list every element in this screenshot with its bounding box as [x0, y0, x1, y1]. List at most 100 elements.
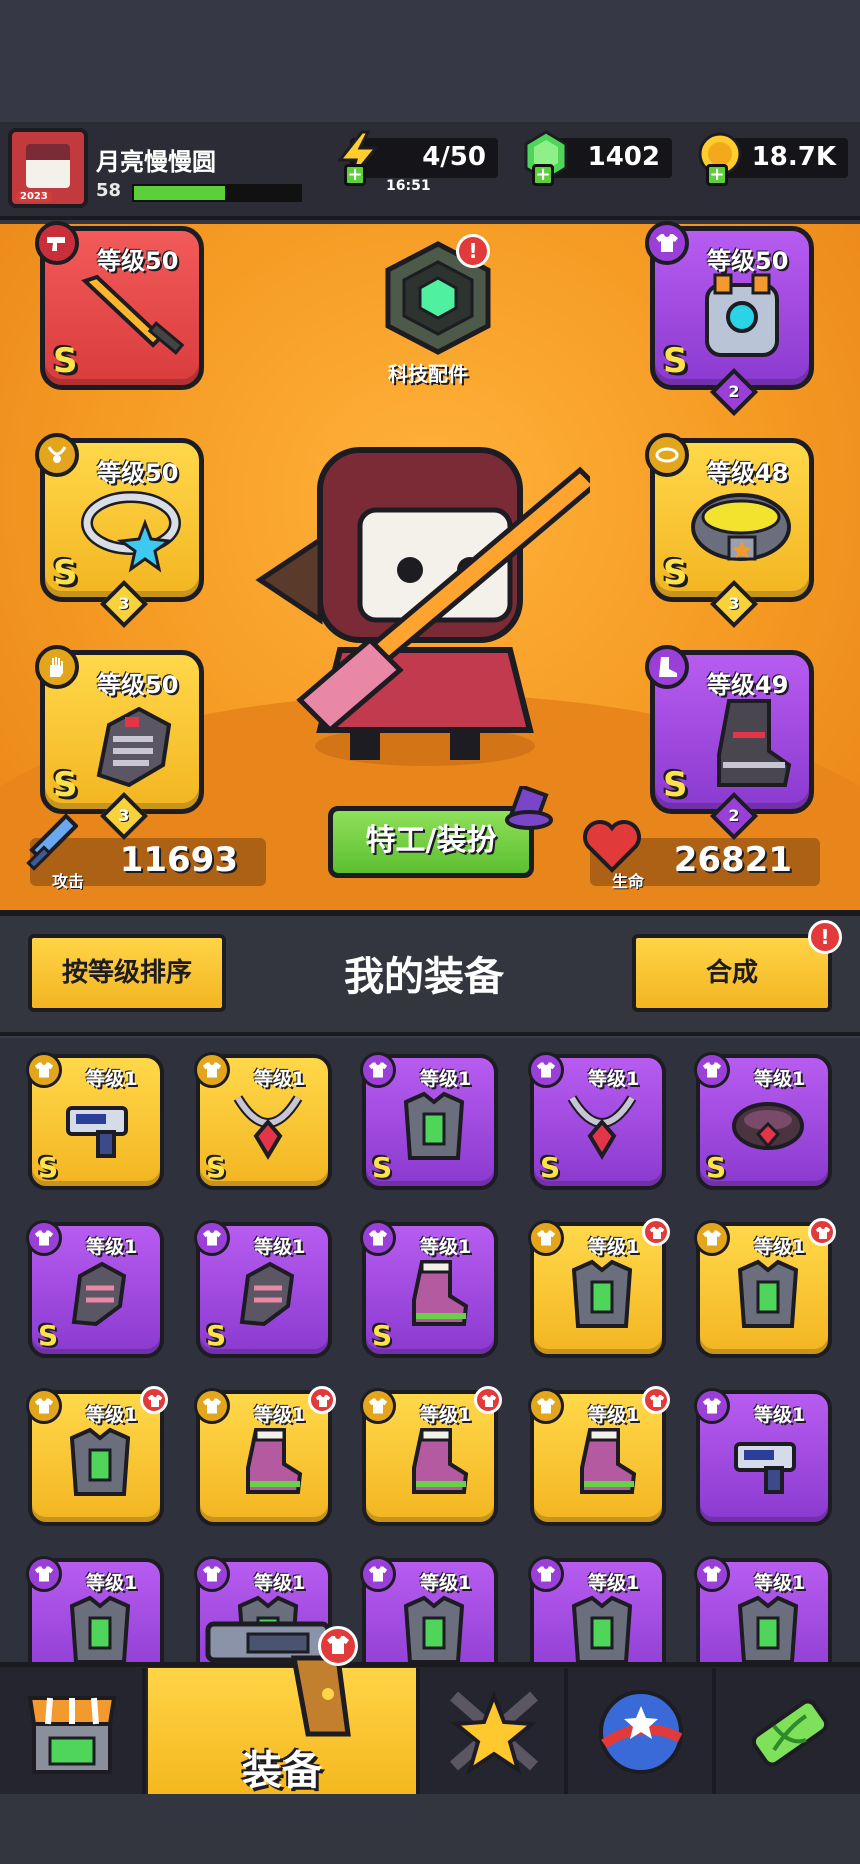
- pistol-icon: [35, 221, 79, 265]
- item-level: 等级1: [420, 1572, 472, 1594]
- item-type-icon: [26, 1052, 62, 1088]
- inventory-item[interactable]: 等级1 S: [360, 1052, 498, 1190]
- item-type-icon: [694, 1388, 730, 1424]
- item-type-icon: [360, 1052, 396, 1088]
- item-rank: S: [38, 1151, 59, 1184]
- coin-value: 18.7K: [751, 142, 836, 172]
- heart-icon: [583, 820, 641, 873]
- new-item-badge: [642, 1218, 670, 1246]
- xp-bar: [132, 184, 302, 202]
- gem-counter[interactable]: + 1402: [524, 130, 672, 186]
- item-level: 等级1: [254, 1236, 306, 1258]
- necklace-icon: [564, 1088, 640, 1168]
- inventory-item[interactable]: 等级1 S: [694, 1052, 832, 1190]
- equip-slot-weapon[interactable]: 等级50 S: [35, 221, 204, 390]
- energy-counter[interactable]: + 4/50: [336, 130, 498, 186]
- inventory-item[interactable]: 等级1: [528, 1556, 666, 1662]
- status-area: [0, 0, 860, 122]
- inventory-item[interactable]: 等级1: [360, 1386, 502, 1526]
- boots-icon: [230, 1424, 306, 1504]
- inventory-item[interactable]: 等级1: [694, 1218, 836, 1358]
- item-level: 等级1: [420, 1236, 472, 1258]
- equip-slot-gloves[interactable]: 等级50 S 3: [35, 645, 204, 841]
- boot-type-icon: [645, 645, 689, 689]
- energy-add-button[interactable]: +: [344, 164, 366, 186]
- glove-type-icon: [35, 645, 79, 689]
- item-type-icon: [194, 1388, 230, 1424]
- item-type-icon: [194, 1052, 230, 1088]
- inventory-item[interactable]: 等级1: [26, 1556, 164, 1662]
- belt-type-icon: [645, 433, 689, 477]
- item-level: 等级1: [254, 1572, 306, 1594]
- tech-parts-label: 科技配件: [388, 362, 468, 386]
- coin-counter[interactable]: + 18.7K: [698, 132, 848, 186]
- inventory-item[interactable]: 等级1: [694, 1388, 832, 1526]
- slot-rank: S: [663, 341, 688, 381]
- nav-tab-dna[interactable]: [718, 1668, 860, 1794]
- item-type-icon: [694, 1052, 730, 1088]
- item-level: 等级1: [420, 1404, 472, 1426]
- nav-tab-equipment[interactable]: 装备: [148, 1621, 420, 1794]
- equip-slot-armor[interactable]: 等级50 S 2: [645, 221, 814, 417]
- coin-add-button[interactable]: +: [706, 164, 728, 186]
- inventory-item[interactable]: 等级1: [360, 1556, 498, 1662]
- item-type-icon: [694, 1556, 730, 1592]
- boot-icon: [717, 699, 792, 787]
- armor-icon: [62, 1424, 138, 1504]
- gem-value: 1402: [587, 142, 660, 172]
- hp-value: 26821: [673, 840, 792, 880]
- necklace-type-icon: [35, 433, 79, 477]
- item-type-icon: [360, 1556, 396, 1592]
- armor-icon: [730, 1256, 806, 1336]
- item-level: 等级1: [86, 1404, 138, 1426]
- inventory-item[interactable]: 等级1: [194, 1386, 336, 1526]
- inventory-item[interactable]: 等级1 S: [194, 1052, 332, 1190]
- inventory-item[interactable]: 等级1 S: [194, 1220, 332, 1358]
- gloves-icon: [62, 1256, 138, 1336]
- boots-icon: [396, 1256, 472, 1336]
- equip-slot-boots[interactable]: 等级49 S 2: [645, 645, 814, 841]
- armor-icon: [564, 1592, 640, 1662]
- inventory-item[interactable]: 等级1: [528, 1386, 670, 1526]
- item-rank: S: [206, 1319, 227, 1352]
- weapon-icon: [62, 1088, 138, 1168]
- inventory-item[interactable]: 等级1: [528, 1218, 670, 1358]
- item-rank: S: [38, 1319, 59, 1352]
- gem-add-button[interactable]: +: [532, 164, 554, 186]
- equip-slot-necklace[interactable]: 等级50 S 3: [35, 433, 204, 629]
- hero-character[interactable]: [250, 430, 590, 770]
- inventory-grid[interactable]: 等级1 S 等级1 S 等级1 S 等级1 S 等级1 S 等级1 S 等级1 S 等级1 S 等级1 等级1 等级…: [0, 1032, 860, 1662]
- item-rank: S: [372, 1319, 393, 1352]
- item-type-icon: [194, 1556, 230, 1592]
- item-level: 等级1: [588, 1572, 640, 1594]
- inventory-item[interactable]: 等级1 S: [528, 1052, 666, 1190]
- armor-icon: [730, 1592, 806, 1662]
- sort-by-level-button[interactable]: 按等级排序: [28, 934, 226, 1012]
- slot-rank: S: [663, 553, 688, 593]
- attack-label: 攻击: [52, 872, 85, 891]
- player-avatar[interactable]: 2023: [8, 128, 88, 208]
- nav-tab-shop[interactable]: [0, 1668, 146, 1794]
- inventory-item[interactable]: 等级1: [26, 1386, 168, 1526]
- merge-button[interactable]: 合成: [632, 934, 832, 1012]
- inventory-item[interactable]: 等级1 S: [26, 1052, 164, 1190]
- xp-bar-fill: [134, 186, 226, 200]
- equip-slot-belt[interactable]: 等级48 S 3: [645, 433, 814, 629]
- inventory-item[interactable]: 等级1: [694, 1556, 832, 1662]
- item-type-icon: [694, 1220, 730, 1256]
- inventory-item[interactable]: 等级1 S: [360, 1220, 498, 1358]
- item-level: 等级1: [754, 1236, 806, 1258]
- armor-icon: [62, 1592, 138, 1662]
- nav-tab-heroes[interactable]: [422, 1668, 568, 1794]
- boots-icon: [564, 1424, 640, 1504]
- item-level: 等级1: [588, 1068, 640, 1090]
- item-level: 等级1: [254, 1404, 306, 1426]
- inventory-item[interactable]: 等级1 S: [26, 1220, 164, 1358]
- avatar-face: [26, 144, 70, 188]
- item-rank: S: [706, 1151, 727, 1184]
- nav-tab-world[interactable]: [570, 1668, 716, 1794]
- armor-icon: [396, 1088, 472, 1168]
- item-level: 等级1: [86, 1236, 138, 1258]
- shirt-icon: [645, 221, 689, 265]
- belt-icon: [691, 493, 791, 561]
